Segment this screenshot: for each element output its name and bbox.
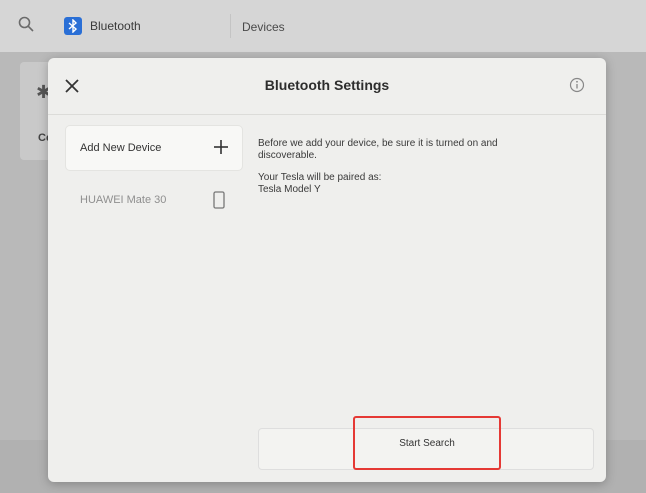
tab-devices[interactable]: Devices bbox=[242, 20, 285, 34]
vehicle-name: Tesla Model Y bbox=[258, 184, 321, 195]
plus-icon bbox=[214, 140, 228, 154]
instruction-line: discoverable. bbox=[258, 150, 317, 161]
bluetooth-settings-modal: Bluetooth Settings Add New Device HUAWEI… bbox=[48, 58, 606, 482]
pairing-instructions: Before we add your device, be sure it is… bbox=[258, 138, 568, 196]
search-icon[interactable] bbox=[18, 16, 34, 32]
modal-header: Bluetooth Settings bbox=[48, 58, 606, 115]
info-icon[interactable] bbox=[569, 77, 585, 93]
paired-device-item[interactable]: HUAWEI Mate 30 bbox=[66, 178, 242, 222]
modal-title: Bluetooth Settings bbox=[264, 77, 390, 93]
device-item-label: HUAWEI Mate 30 bbox=[80, 194, 167, 206]
pair-label: Your Tesla will be paired as: bbox=[258, 172, 382, 183]
tab-bluetooth-label: Bluetooth bbox=[90, 19, 141, 33]
tab-divider bbox=[230, 14, 231, 38]
phone-icon bbox=[213, 191, 225, 209]
bluetooth-icon bbox=[64, 17, 82, 35]
start-search-button[interactable]: Start Search bbox=[353, 416, 501, 470]
tab-bluetooth[interactable]: Bluetooth bbox=[64, 12, 224, 40]
add-new-device-item[interactable]: Add New Device bbox=[66, 126, 242, 170]
device-item-label: Add New Device bbox=[80, 142, 162, 154]
instruction-line: Before we add your device, be sure it is… bbox=[258, 138, 498, 149]
device-list: Add New Device HUAWEI Mate 30 bbox=[66, 126, 242, 222]
